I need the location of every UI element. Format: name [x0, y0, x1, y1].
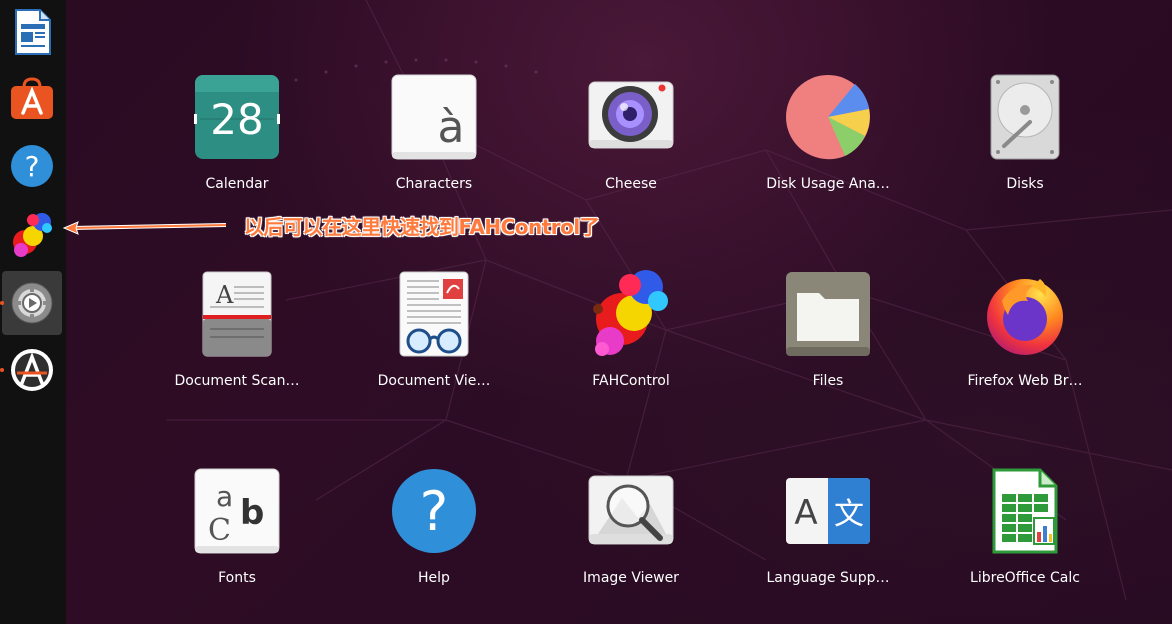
svg-text:C: C — [208, 513, 231, 548]
app-label: Document Vie… — [377, 373, 491, 389]
running-indicator — [0, 301, 4, 305]
app-label: Cheese — [605, 176, 657, 192]
app-label: FAHControl — [592, 373, 670, 389]
annotation-text: 以后可以在这里快速找到FAHControl了 — [244, 215, 600, 239]
app-characters[interactable]: à Characters — [349, 72, 519, 212]
cheese-icon — [588, 81, 674, 149]
running-indicator — [0, 368, 4, 372]
characters-icon: à — [391, 74, 477, 160]
app-label: Language Supp… — [766, 570, 890, 586]
svg-text:A: A — [215, 281, 234, 309]
disks-icon — [990, 74, 1060, 160]
fonts-icon: a b C — [194, 468, 280, 554]
app-label: Image Viewer — [583, 570, 679, 586]
dock-libreoffice-writer[interactable] — [2, 0, 62, 64]
image-viewer-icon — [588, 475, 674, 545]
language-support-icon: A 文 — [786, 478, 870, 544]
dock-help[interactable]: ? — [2, 134, 62, 198]
app-disk-usage-analyzer[interactable]: Disk Usage Ana… — [743, 72, 913, 212]
help-icon: ? — [11, 145, 53, 187]
document-viewer-icon — [399, 271, 469, 357]
app-label: Document Scan… — [174, 373, 300, 389]
app-document-scanner[interactable]: A Document Scan… — [152, 269, 322, 409]
app-label: Characters — [395, 176, 473, 192]
help-icon: ? — [392, 469, 476, 553]
app-firefox[interactable]: Firefox Web Br… — [940, 269, 1110, 409]
dock-ubuntu-software[interactable] — [2, 66, 62, 130]
app-fahcontrol[interactable]: FAHControl — [546, 269, 716, 409]
files-icon — [786, 272, 870, 356]
annotation-arrow — [62, 221, 227, 235]
app-image-viewer[interactable]: Image Viewer — [546, 466, 716, 606]
app-label: LibreOffice Calc — [970, 570, 1080, 586]
app-files[interactable]: Files — [743, 269, 913, 409]
dock: ? — [0, 0, 66, 624]
document-scanner-icon: A — [202, 271, 272, 357]
app-fonts[interactable]: a b C Fonts — [152, 466, 322, 606]
app-label: Disks — [1006, 176, 1044, 192]
fahcontrol-icon — [13, 213, 52, 257]
dock-settings[interactable] — [0, 271, 62, 335]
svg-text:28: 28 — [210, 95, 263, 144]
app-label: Firefox Web Br… — [967, 373, 1083, 389]
disk-usage-analyzer-icon — [786, 75, 870, 160]
fahcontrol-icon — [593, 270, 668, 356]
libreoffice-writer-icon — [15, 9, 51, 55]
dock-software-updater[interactable] — [0, 338, 62, 402]
app-label: Help — [418, 570, 450, 586]
libreoffice-calc-icon — [992, 468, 1058, 554]
dock-fahcontrol[interactable] — [2, 202, 62, 266]
svg-text:A: A — [794, 493, 817, 533]
app-label: Disk Usage Ana… — [766, 176, 890, 192]
app-disks[interactable]: Disks — [940, 72, 1110, 212]
app-label: Fonts — [218, 570, 256, 586]
svg-text:à: à — [438, 102, 465, 153]
app-language-support[interactable]: A 文 Language Supp… — [743, 466, 913, 606]
app-label: Files — [812, 373, 844, 389]
app-libreoffice-calc[interactable]: LibreOffice Calc — [940, 466, 1110, 606]
app-label: Calendar — [205, 176, 269, 192]
ubuntu-software-icon — [11, 77, 53, 119]
firefox-icon — [987, 279, 1063, 355]
calendar-icon: 28 — [194, 75, 280, 159]
software-updater-icon — [11, 349, 53, 391]
app-document-viewer[interactable]: Document Vie… — [349, 269, 519, 409]
app-cheese[interactable]: Cheese — [546, 72, 716, 212]
app-help[interactable]: ? Help — [349, 466, 519, 606]
app-calendar[interactable]: 28 Calendar — [152, 72, 322, 212]
svg-text:?: ? — [25, 150, 40, 183]
svg-text:文: 文 — [834, 497, 864, 532]
settings-icon — [11, 282, 53, 324]
svg-text:?: ? — [420, 480, 449, 543]
svg-text:b: b — [240, 493, 264, 533]
svg-text:a: a — [216, 480, 233, 513]
